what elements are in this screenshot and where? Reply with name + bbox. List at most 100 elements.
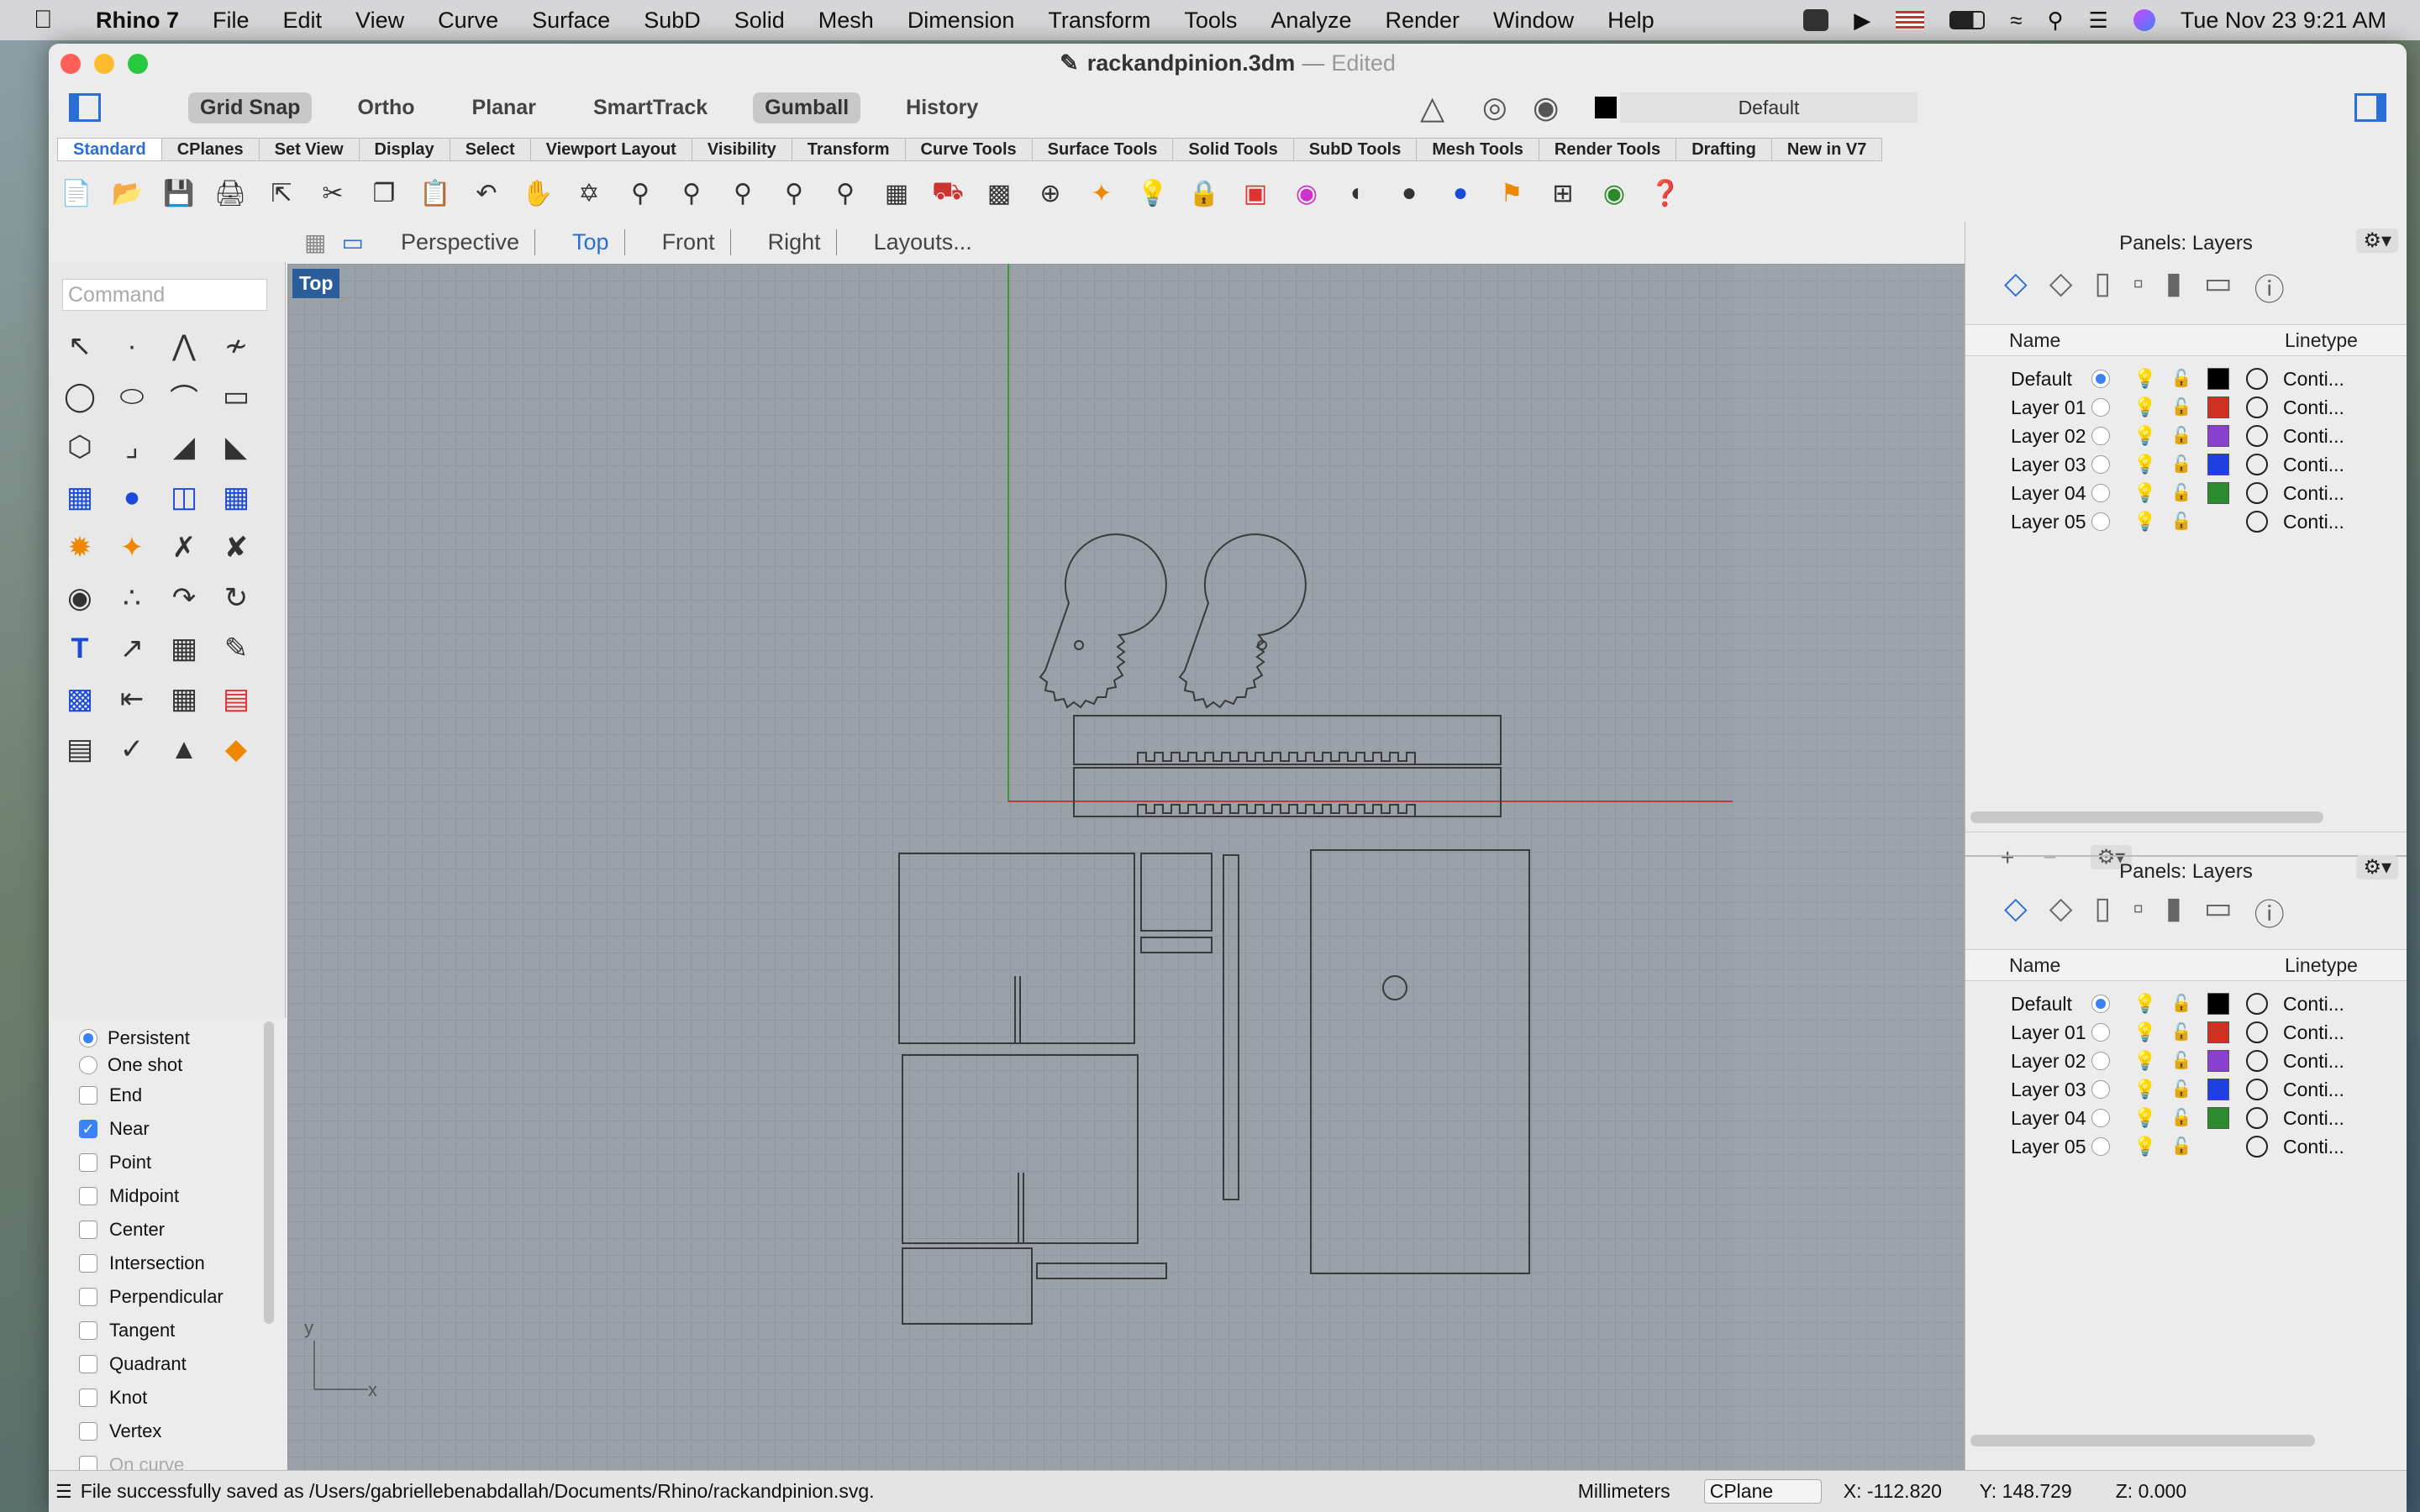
panel-d[interactable] [902, 1247, 1033, 1325]
layer-linetype[interactable]: Conti... [2283, 396, 2344, 419]
car-icon[interactable]: ⛟ [927, 172, 969, 214]
lock-icon[interactable]: 🔓 [2170, 1021, 2192, 1043]
layer-row-05[interactable]: Layer 05 💡 🔓 Conti... [1965, 507, 2407, 536]
grid-snap-toggle[interactable]: Grid Snap [188, 92, 313, 123]
check-icon[interactable]: ✓ [106, 724, 158, 774]
osnap-perpendicular-checkbox[interactable] [79, 1288, 97, 1306]
bulb-icon[interactable]: 💡 [2133, 368, 2156, 390]
menu-curve[interactable]: Curve [438, 8, 498, 34]
lock-icon[interactable]: 🔓 [2170, 1136, 2192, 1158]
layer-row-02[interactable]: Layer 02 💡 🔓 Conti... [1965, 422, 2407, 450]
osnap-knot-checkbox[interactable] [79, 1389, 97, 1407]
menu-dimension[interactable]: Dimension [908, 8, 1015, 34]
oneshot-radio[interactable] [79, 1056, 97, 1074]
layer-color[interactable] [2207, 1079, 2229, 1100]
record-icon[interactable]: ◉ [1533, 90, 1559, 125]
circle-icon[interactable]: ◯ [54, 371, 106, 422]
tab-new-in-v7[interactable]: New in V7 [1770, 138, 1883, 161]
tab-subd-tools[interactable]: SubD Tools [1292, 138, 1417, 161]
layer-color[interactable] [2207, 1021, 2229, 1043]
render-sphere-icon[interactable]: ● [1439, 172, 1481, 214]
minimize-button[interactable] [94, 54, 114, 74]
menu-file[interactable]: File [213, 8, 250, 34]
lock-icon[interactable]: 🔓 [2170, 511, 2192, 533]
bulb-icon[interactable]: 💡 [2133, 993, 2156, 1015]
layer-color[interactable] [2207, 368, 2229, 390]
layer-color[interactable] [2207, 425, 2229, 447]
display-panel-icon-b[interactable]: ▭ [2204, 890, 2233, 934]
current-layer-radio[interactable] [2091, 398, 2110, 417]
layer-row-04-b[interactable]: Layer 04 💡 🔓 Conti... [1965, 1104, 2407, 1132]
osnap-end[interactable]: End [49, 1079, 286, 1112]
layers-scrollbar-bottom[interactable] [1970, 1435, 2315, 1446]
long-strip[interactable] [1223, 854, 1239, 1200]
select-icon[interactable]: ✦ [1081, 172, 1123, 214]
help-panel-icon[interactable]: ⓘ [2254, 265, 2285, 309]
col-name-bottom[interactable]: Name [1965, 954, 2285, 977]
paper-icon[interactable]: ▤ [54, 724, 106, 774]
tab-visibility[interactable]: Visibility [691, 138, 792, 161]
material-ring-icon[interactable] [2246, 482, 2268, 504]
right-panel-toggle-icon[interactable] [2354, 93, 2386, 122]
layer-row-01[interactable]: Layer 01 💡 🔓 Conti... [1965, 393, 2407, 422]
layer-row-04[interactable]: Layer 04 💡 🔓 Conti... [1965, 479, 2407, 507]
menu-view[interactable]: View [355, 8, 404, 34]
lock-icon[interactable]: 🔓 [2170, 454, 2192, 475]
planar-toggle[interactable]: Planar [460, 92, 548, 123]
tab-perspective[interactable]: Perspective [386, 228, 536, 255]
menu-solid[interactable]: Solid [734, 8, 785, 34]
current-layer-radio[interactable] [2091, 1109, 2110, 1127]
layer-name[interactable]: Default [1965, 368, 2091, 391]
osnap-end-checkbox[interactable] [79, 1086, 97, 1105]
lock-icon[interactable]: 🔒 [1183, 172, 1225, 214]
layer-linetype[interactable]: Conti... [2283, 425, 2344, 448]
battery-icon[interactable] [1949, 11, 1986, 29]
pinion-gear-1[interactable] [1039, 533, 1167, 709]
zoom-button[interactable] [128, 54, 148, 74]
globe-icon[interactable]: ◉ [1593, 172, 1635, 214]
material-ring-icon[interactable] [2246, 1136, 2268, 1158]
osnap-quadrant[interactable]: Quadrant [49, 1347, 286, 1381]
material-icon[interactable]: ⚑ [1491, 172, 1533, 214]
osnap-point[interactable]: Point [49, 1146, 286, 1179]
menu-transform[interactable]: Transform [1048, 8, 1150, 34]
lock-icon[interactable]: 🔓 [2170, 1079, 2192, 1100]
undo-icon[interactable]: ↶ [466, 172, 508, 214]
cylinder-icon[interactable]: ◫ [158, 472, 210, 522]
wifi-icon[interactable]: ≈ [2010, 8, 2022, 34]
current-layer-radio[interactable] [2091, 1052, 2110, 1070]
menu-edit[interactable]: Edit [283, 8, 323, 34]
bulb-icon[interactable]: 💡 [2133, 1107, 2156, 1129]
clock[interactable]: Tue Nov 23 9:21 AM [2181, 8, 2386, 34]
menu-mesh[interactable]: Mesh [818, 8, 874, 34]
new-file-icon[interactable]: 📄 [55, 172, 97, 214]
lock-icon[interactable]: 🔓 [2170, 993, 2192, 1015]
fillet-icon[interactable]: ⌟ [106, 422, 158, 472]
properties-panel-icon[interactable]: ◇ [2049, 265, 2073, 309]
puzzle-icon[interactable]: ✹ [54, 522, 106, 573]
dimension-tool-icon[interactable]: ⇤ [106, 674, 158, 724]
tab-right[interactable]: Right [753, 228, 837, 255]
persistent-radio[interactable] [79, 1029, 97, 1047]
current-layer-radio[interactable] [2091, 1023, 2110, 1042]
layer-row-default-b[interactable]: Default 💡 🔓 Conti... [1965, 990, 2407, 1018]
list-icon[interactable]: ☰ [55, 1481, 72, 1503]
viewport-grid-icon[interactable]: ▦ [876, 172, 918, 214]
col-name-top[interactable]: Name [1965, 329, 2285, 352]
current-layer-radio[interactable] [2091, 1137, 2110, 1156]
material-ring-icon[interactable] [2246, 511, 2268, 533]
material-ring-icon[interactable] [2246, 368, 2268, 390]
trim-icon[interactable]: ✗ [158, 522, 210, 573]
strip-b[interactable] [1140, 937, 1213, 953]
render-tool-icon[interactable]: ◆ [210, 724, 262, 774]
lock-icon[interactable]: 🔓 [2170, 1107, 2192, 1129]
layer-color[interactable] [2207, 396, 2229, 418]
tab-select[interactable]: Select [449, 138, 530, 161]
command-input[interactable]: Command [62, 279, 267, 311]
osnap-perpendicular[interactable]: Perpendicular [49, 1280, 286, 1314]
strip-d[interactable] [1036, 1263, 1167, 1279]
cplane-icon[interactable]: ▩ [978, 172, 1020, 214]
tab-curve-tools[interactable]: Curve Tools [904, 138, 1032, 161]
polyline-icon[interactable]: ⋀ [158, 321, 210, 371]
layer-name[interactable]: Layer 04 [1965, 1107, 2091, 1130]
